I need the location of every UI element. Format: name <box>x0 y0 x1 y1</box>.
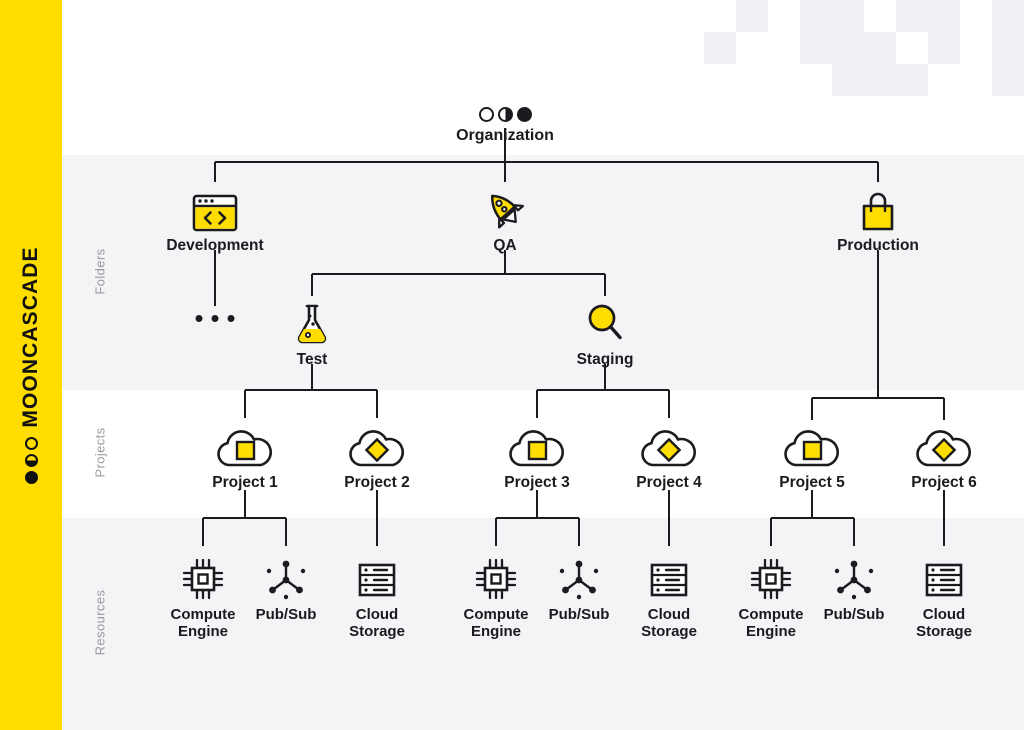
node-resource-cloud-storage-5-label: Cloud Storage <box>641 606 697 640</box>
node-project-3-label: Project 3 <box>504 474 570 491</box>
cloud-diamond-icon-icon <box>638 425 700 469</box>
node-organization[interactable]: Organization <box>435 78 575 145</box>
node-folder-production-label: Production <box>837 237 919 254</box>
node-resource-pub-sub-1-label: Pub/Sub <box>255 606 317 623</box>
node-project-6-label: Project 6 <box>911 474 977 491</box>
node-folder-development-label: Development <box>166 237 264 254</box>
magnifying-glass-icon-icon <box>584 302 626 346</box>
node-project-6[interactable]: Project 6 <box>874 425 1014 491</box>
node-graph-icon-icon <box>263 552 309 602</box>
server-rack-icon-icon <box>645 552 693 602</box>
node-resource-cloud-storage-2[interactable]: Cloud Storage <box>317 552 437 641</box>
server-rack-icon-icon <box>920 552 968 602</box>
node-folder-staging[interactable]: Staging <box>535 302 675 368</box>
node-graph-icon-icon <box>556 552 602 602</box>
band-label-folders: Folders <box>92 247 108 295</box>
node-folder-test[interactable]: Test <box>242 302 382 368</box>
node-resource-pub-sub-7-label: Pub/Sub <box>823 606 885 623</box>
node-project-1-label: Project 1 <box>212 474 278 491</box>
node-folder-qa-label: QA <box>493 237 517 254</box>
diagram-canvas: Folders Projects Resources Organization D… <box>0 0 1024 730</box>
cloud-diamond-icon-icon <box>913 425 975 469</box>
node-project-5-label: Project 5 <box>779 474 845 491</box>
band-label-resources: Resources <box>92 589 108 656</box>
node-project-2-label: Project 2 <box>344 474 410 491</box>
node-resource-cloud-storage-2-label: Cloud Storage <box>349 606 405 640</box>
node-resource-cloud-storage-8[interactable]: Cloud Storage <box>884 552 1004 641</box>
ellipsis-collapsed-indicator[interactable] <box>195 315 235 322</box>
server-rack-icon-icon <box>353 552 401 602</box>
node-project-1[interactable]: Project 1 <box>175 425 315 491</box>
node-graph-icon-icon <box>831 552 877 602</box>
node-organization-label: Organization <box>456 127 554 144</box>
flask-icon-icon <box>292 302 332 346</box>
node-project-2[interactable]: Project 2 <box>307 425 447 491</box>
node-folder-production[interactable]: Production <box>808 188 948 254</box>
three-circles-logo-icon <box>24 436 38 484</box>
cloud-diamond-icon-icon <box>346 425 408 469</box>
node-project-4-label: Project 4 <box>636 474 702 491</box>
cloud-square-icon-icon <box>781 425 843 469</box>
brand-name: MOONCASCADE <box>19 246 42 428</box>
node-project-5[interactable]: Project 5 <box>742 425 882 491</box>
band-label-projects: Projects <box>92 427 108 478</box>
rocket-icon-icon <box>482 188 528 232</box>
cloud-square-icon-icon <box>506 425 568 469</box>
cpu-chip-icon-icon <box>473 552 519 602</box>
node-folder-test-label: Test <box>296 351 328 368</box>
brand-rail: MOONCASCADE <box>0 0 62 730</box>
node-resource-pub-sub-4-label: Pub/Sub <box>548 606 610 623</box>
node-folder-staging-label: Staging <box>576 351 634 368</box>
node-folder-development[interactable]: Development <box>145 188 285 254</box>
cpu-chip-icon-icon <box>748 552 794 602</box>
code-window-icon-icon <box>192 188 238 232</box>
node-folder-qa[interactable]: QA <box>435 188 575 254</box>
node-resource-cloud-storage-8-label: Cloud Storage <box>916 606 972 640</box>
cpu-chip-icon-icon <box>180 552 226 602</box>
cloud-square-icon-icon <box>214 425 276 469</box>
node-project-3[interactable]: Project 3 <box>467 425 607 491</box>
node-project-4[interactable]: Project 4 <box>599 425 739 491</box>
shopping-bag-icon-icon <box>857 188 899 232</box>
three-circles-logo-icon <box>478 78 532 122</box>
